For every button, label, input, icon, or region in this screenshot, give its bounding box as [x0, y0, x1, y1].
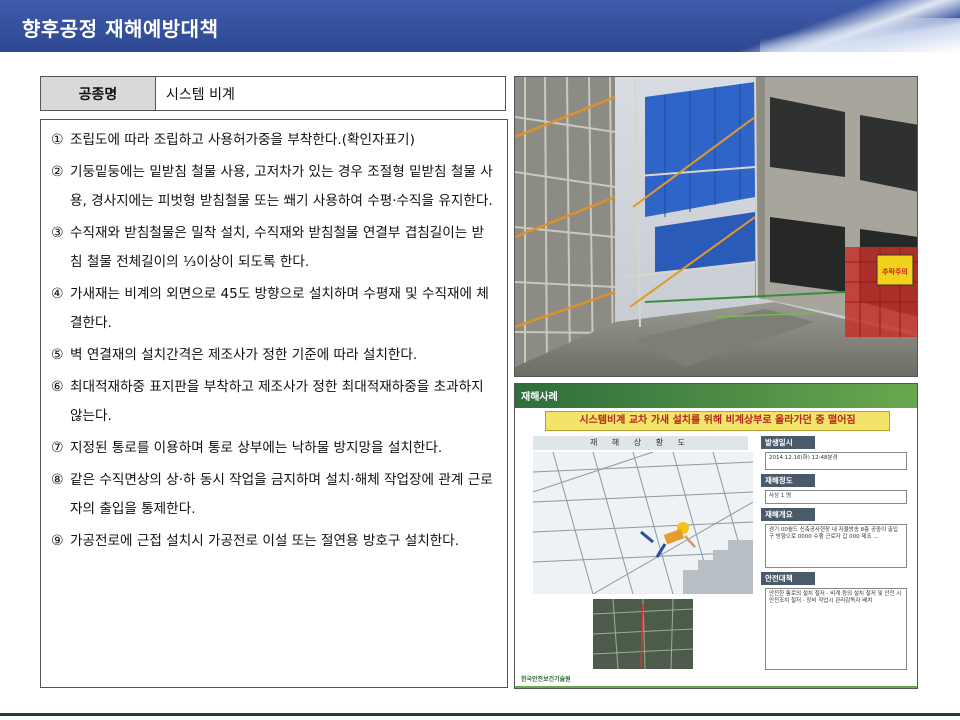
work-type-label: 공종명: [41, 77, 156, 110]
item-text: 수직재와 받침철물은 밀착 설치, 수직재와 받침철물 연결부 겹침길이는 받침…: [70, 225, 485, 270]
item-text: 조립도에 따라 조립하고 사용허가중을 부착한다.(확인자표기): [70, 132, 415, 148]
site-photo-thumbnail: [593, 599, 693, 669]
item-number: ⑥: [51, 379, 64, 395]
work-type-value: 시스템 비계: [166, 86, 235, 103]
list-item: ③ 수직재와 받침철물은 밀착 설치, 수직재와 받침철물 연결부 겹침길이는 받…: [51, 219, 493, 277]
case-section-body: 사상 1 명: [765, 490, 907, 504]
list-item: ⑨ 가공전로에 근접 설치시 가공전로 이설 또는 절연용 방호구 설치한다.: [51, 527, 493, 556]
accident-case-panel: 재해사례 시스템비계 교차 가새 설치를 위해 비계상부로 올라가던 중 떨어짐…: [514, 383, 918, 689]
item-number: ⑨: [51, 533, 64, 549]
item-number: ⑧: [51, 472, 64, 488]
item-number: ⑤: [51, 347, 64, 363]
item-text: 벽 연결재의 설치간격은 제조사가 정한 기준에 따라 설치한다.: [70, 347, 418, 363]
item-number: ③: [51, 225, 64, 241]
bottom-divider: [0, 713, 960, 716]
scaffold-photo-illustration: 추락주의: [515, 77, 917, 376]
case-top-bar: 재해사례: [515, 384, 917, 408]
case-footer-org: 한국안전보건기술원: [521, 676, 571, 683]
title-bar: 향후공정 재해예방대책: [0, 0, 960, 52]
list-item: ⑧ 같은 수직면상의 상·하 동시 작업을 금지하며 설치·해체 작업장에 관계 …: [51, 466, 493, 524]
measures-list: ① 조립도에 따라 조립하고 사용허가중을 부착한다.(확인자표기) ② 기둥밑둥에…: [40, 119, 508, 688]
case-section-body: 경기 00월드 신축공사현장 내 자율방송 8층 공중이 출입구 방향으로 00…: [765, 524, 907, 568]
case-section-label: 안전대책: [761, 572, 815, 585]
list-item: ④ 가새재는 비계의 외면으로 45도 방향으로 설치하며 수평재 및 수직재에 …: [51, 280, 493, 338]
scaffold-photo: 추락주의: [514, 76, 918, 377]
item-number: ⑦: [51, 440, 64, 456]
list-item: ⑥ 최대적재하중 표지판을 부착하고 제조사가 정한 최대적재하중을 초과하지 않…: [51, 373, 493, 431]
case-section-label: 재해정도: [761, 474, 815, 487]
item-text: 같은 수직면상의 상·하 동시 작업을 금지하며 설치·해체 작업장에 관계 근…: [70, 472, 493, 517]
title-bar-highlight-2: [760, 18, 960, 52]
item-number: ①: [51, 132, 64, 148]
case-headline: 시스템비계 교차 가새 설치를 위해 비계상부로 올라가던 중 떨어짐: [545, 411, 890, 431]
item-number: ④: [51, 286, 64, 302]
case-tag: 재해사례: [521, 392, 558, 403]
list-item: ⑦ 지정된 통로를 이용하며 통로 상부에는 낙하물 방지망을 설치한다.: [51, 434, 493, 463]
case-footer-bar: [515, 686, 917, 688]
case-section-label: 발생일시: [761, 436, 815, 449]
accident-diagram: [533, 452, 753, 594]
case-section-body: 안전한 통로의 설치 철저 · 비계 등의 설치 철저 및 안전 시 안전조치 …: [765, 588, 907, 670]
list-item: ① 조립도에 따라 조립하고 사용허가중을 부착한다.(확인자표기): [51, 126, 493, 155]
item-text: 최대적재하중 표지판을 부착하고 제조사가 정한 최대적재하중을 초과하지 않는…: [70, 379, 484, 424]
work-type-row: 공종명 시스템 비계: [40, 76, 506, 111]
item-text: 지정된 통로를 이용하며 통로 상부에는 낙하물 방지망을 설치한다.: [70, 440, 443, 456]
item-text: 가새재는 비계의 외면으로 45도 방향으로 설치하며 수평재 및 수직재에 체…: [70, 286, 489, 331]
list-item: ⑤ 벽 연결재의 설치간격은 제조사가 정한 기준에 따라 설치한다.: [51, 341, 493, 370]
page-title: 향후공정 재해예방대책: [22, 17, 219, 41]
item-text: 기둥밑둥에는 밑받침 철물 사용, 고저차가 있는 경우 조절형 밑받침 철물 …: [70, 164, 493, 209]
case-section-label: 재해개요: [761, 508, 815, 521]
item-text: 가공전로에 근접 설치시 가공전로 이설 또는 절연용 방호구 설치한다.: [70, 533, 460, 549]
item-number: ②: [51, 164, 64, 180]
case-section-body: 2014.12.16(화) 12:48분경: [765, 452, 907, 470]
warning-sign-text: 추락주의: [882, 267, 908, 276]
list-item: ② 기둥밑둥에는 밑받침 철물 사용, 고저차가 있는 경우 조절형 밑받침 철물…: [51, 158, 493, 216]
diagram-title: 재 해 상 황 도: [533, 436, 748, 450]
